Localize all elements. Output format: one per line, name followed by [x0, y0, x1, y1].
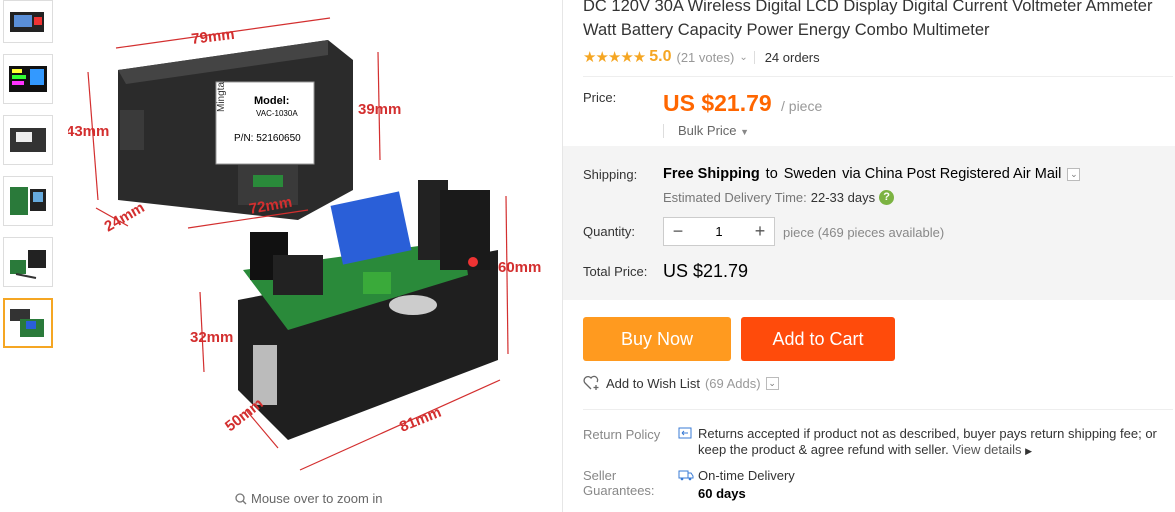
minus-icon[interactable]: − — [664, 218, 692, 245]
price-section: Price: US $21.79 / piece Bulk Price ▼ — [583, 77, 1175, 147]
rating-stars: ★★★★★ — [583, 49, 646, 66]
zoom-hint-text: Mouse over to zoom in — [251, 491, 383, 506]
separator — [753, 50, 755, 64]
chevron-down-icon[interactable]: ⌄ — [1067, 167, 1081, 181]
votes-count[interactable]: (21 votes) — [677, 50, 735, 65]
delivery-estimate: Estimated Delivery Time: 22-33 days ? — [663, 190, 895, 205]
rating-row: ★★★★★ 5.0 (21 votes) ⌄ 24 orders — [583, 46, 1175, 68]
thumbnail-meter-photo-1[interactable] — [3, 0, 53, 43]
shipping-carrier: via China Post Registered Air Mail — [842, 166, 1062, 182]
product-page: Mingtai Model: VAC-1030A P/N: 52160650 7… — [0, 0, 1175, 512]
price-label: Price: — [583, 90, 617, 105]
total-price-value: US $21.79 — [663, 261, 749, 281]
label-model: Model: — [254, 95, 289, 107]
quantity-available: piece (469 pieces available) — [783, 225, 945, 240]
eta-label: Estimated Delivery Time: — [663, 190, 807, 205]
add-to-cart-button[interactable]: Add to Cart — [741, 317, 895, 361]
meter-side-icon — [10, 128, 46, 152]
quantity-stepper: − + — [663, 217, 775, 246]
dim-81mm: 81mm — [397, 404, 444, 436]
delivery-truck-icon — [678, 470, 694, 481]
thumbnail-kit[interactable] — [3, 237, 53, 287]
quantity-label: Quantity: — [583, 224, 636, 239]
view-details-link[interactable]: View details — [952, 442, 1021, 457]
lcd-display-icon — [9, 66, 47, 92]
free-shipping-text: Free Shipping — [663, 166, 760, 182]
dim-32mm: 32mm — [190, 329, 233, 346]
return-policy-text: Returns accepted if product not as descr… — [698, 426, 1173, 459]
label-model-no: VAC-1030A — [256, 109, 298, 118]
product-main-image[interactable]: Mingtai Model: VAC-1030A P/N: 52160650 7… — [68, 0, 560, 480]
magnifier-icon — [235, 492, 247, 504]
chevron-down-icon[interactable]: ⌄ — [765, 376, 779, 390]
delivery-days: 60 days — [698, 486, 746, 501]
meter-photo-icon — [10, 11, 44, 32]
dim-43mm: 43mm — [68, 123, 109, 140]
return-icon — [678, 427, 692, 439]
help-icon[interactable]: ? — [879, 190, 895, 205]
seller-guarantees-label: Seller Guarantees: — [583, 468, 655, 498]
bulk-price-dropdown[interactable]: Bulk Price ▼ — [663, 124, 749, 138]
dim-50mm: 50mm — [222, 395, 267, 435]
dim-39mm: 39mm — [358, 101, 401, 118]
board-icon — [10, 187, 46, 215]
on-time-delivery-text: On-time Delivery — [698, 468, 795, 483]
heart-plus-icon — [583, 375, 599, 390]
total-price-label: Total Price: — [583, 264, 648, 279]
kit-icon — [10, 250, 46, 279]
label-brand: Mingtai — [216, 80, 227, 112]
dim-60mm: 60mm — [498, 259, 541, 276]
bulk-price-label: Bulk Price — [678, 123, 737, 138]
eta-days: 22-33 days — [810, 190, 876, 205]
shipping-label: Shipping: — [583, 167, 638, 182]
orders-count: 24 orders — [764, 49, 820, 65]
meter-body — [118, 40, 353, 220]
thumbnail-list — [3, 0, 55, 359]
buy-now-button[interactable]: Buy Now — [583, 317, 731, 361]
wishlist-label: Add to Wish List — [606, 375, 700, 391]
product-title: DC 120V 30A Wireless Digital LCD Display… — [583, 0, 1153, 39]
dim-24mm: 24mm — [102, 199, 148, 235]
relay-box — [238, 180, 498, 440]
dim-79mm: 79mm — [190, 26, 235, 48]
return-policy-label: Return Policy — [583, 427, 661, 442]
product-info: DC 120V 30A Wireless Digital LCD Display… — [563, 0, 1175, 501]
relay-box-icon — [10, 309, 44, 337]
divider — [583, 409, 1173, 410]
zoom-hint: Mouse over to zoom in — [235, 491, 383, 506]
shipping-method[interactable]: Free Shipping to Sweden via China Post R… — [663, 166, 1081, 182]
thumbnail-meter-side[interactable] — [3, 115, 53, 165]
thumbnail-board[interactable] — [3, 176, 53, 226]
thumbnail-lcd-display[interactable] — [3, 54, 53, 104]
caret-right-icon[interactable]: ▶ — [1025, 446, 1032, 456]
shipping-to: to — [765, 166, 778, 182]
price-unit: / piece — [781, 98, 823, 114]
wishlist-link[interactable]: Add to Wish List (69 Adds) ⌄ — [583, 375, 779, 391]
shipping-country: Sweden — [783, 166, 837, 182]
chevron-down-icon[interactable]: ⌄ — [739, 52, 747, 63]
label-pn: P/N: 52160650 — [234, 133, 301, 144]
plus-icon[interactable]: + — [746, 218, 774, 245]
price-value: US $21.79 — [663, 90, 772, 116]
rating-value[interactable]: 5.0 — [649, 48, 671, 66]
quantity-input[interactable] — [692, 218, 746, 245]
caret-down-icon: ▼ — [740, 127, 750, 137]
thumbnail-relay-box[interactable] — [3, 298, 53, 348]
return-policy-body: Returns accepted if product not as descr… — [698, 426, 1157, 457]
wishlist-count: (69 Adds) — [704, 375, 761, 391]
